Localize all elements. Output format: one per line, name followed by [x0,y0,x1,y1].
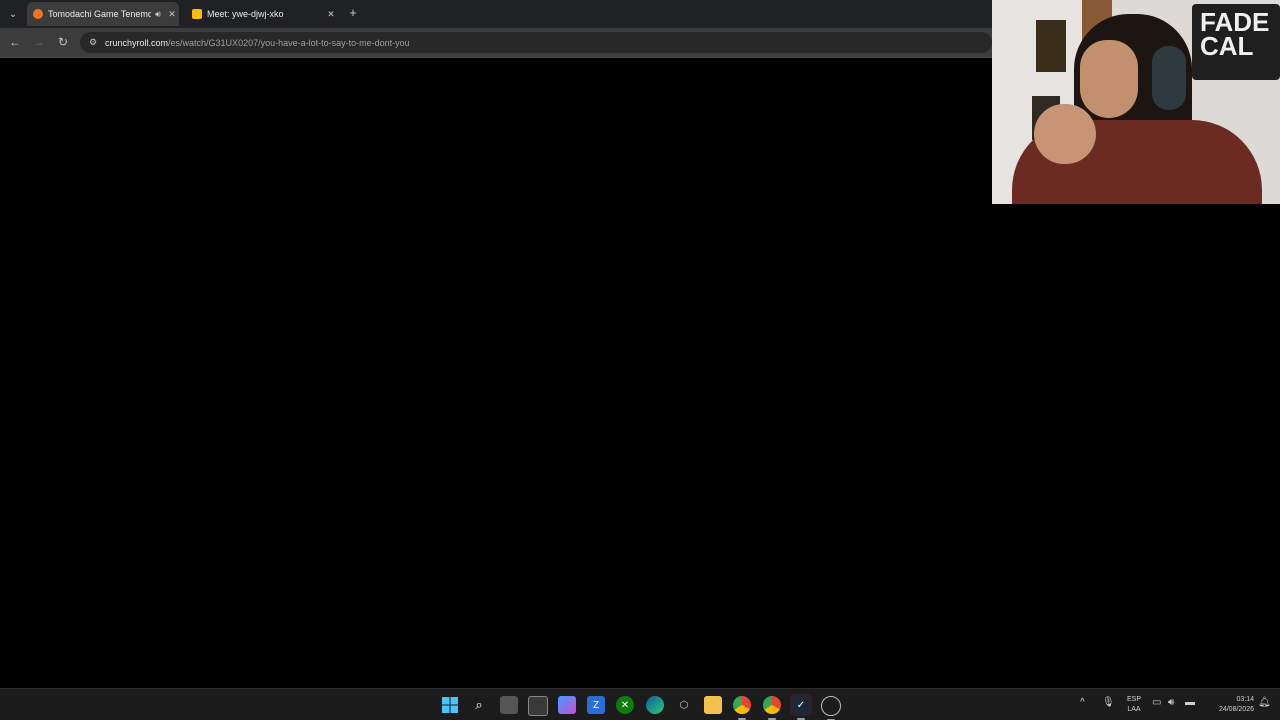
steam-icon[interactable]: ✓ [790,694,812,720]
battery-icon[interactable]: ▬ [1185,697,1195,708]
meet-favicon-icon [192,9,202,19]
tab-meet[interactable]: Meet: ywe-djwj-xko ✕ [186,2,338,26]
new-tab-plus-icon[interactable]: + [345,5,361,21]
tab-crunchyroll[interactable]: Tomodachi Game Tenemos 🔊︎ ✕ [27,2,179,26]
network-icon[interactable]: ▭ [1152,697,1161,708]
clock[interactable]: 03:14 24/08/2026 [1206,695,1254,715]
person-hand [1034,104,1096,164]
tab-title: Meet: ywe-djwj-xko [207,9,284,19]
game-controller-icon[interactable] [821,696,841,720]
copilot-icon[interactable] [558,696,576,714]
tab-audio-icon[interactable]: 🔊︎ [151,9,165,20]
forward-arrow-icon[interactable]: → [31,34,47,50]
person-face [1080,40,1138,118]
show-hidden-icons-icon[interactable]: ^ [1080,697,1085,708]
tab-close-icon[interactable]: ✕ [165,9,179,20]
poster-text: FADE CAL [1200,7,1270,61]
address-bar[interactable]: ⚙︎ crunchyroll.com/es/watch/G31UX0207/yo… [80,32,992,53]
url-host: crunchyroll.com [105,37,169,48]
search-icon[interactable]: ⌕ [470,696,488,714]
settings-icon[interactable]: ⬡ [675,696,693,714]
notification-bell-icon[interactable]: 🔔︎ [1258,697,1271,708]
tab-search-chevron-icon[interactable]: ⌄ [4,6,22,22]
store-icon[interactable] [528,696,548,716]
chrome-profile-icon[interactable] [763,696,781,720]
language-line1: ESP [1126,696,1141,703]
crunchyroll-favicon-icon [33,9,43,19]
poster [1036,20,1066,72]
clock-time: 03:14 [1236,696,1254,703]
site-info-icon[interactable]: ⚙︎ [87,37,99,48]
chrome-icon[interactable] [733,696,751,720]
language-indicator[interactable]: ESP LAA [1124,695,1144,715]
webcam-overlay: FADE CAL [992,0,1280,204]
tab-title: Tomodachi Game Tenemos [48,9,151,19]
edge-icon[interactable] [646,696,664,714]
microphone-icon[interactable]: 🎙︎ [1102,697,1115,708]
tab-close-icon[interactable]: ✕ [324,9,338,20]
volume-icon[interactable]: 🔊︎ [1168,697,1174,708]
clock-date: 24/08/2026 [1218,706,1254,713]
task-view-icon[interactable] [500,696,518,714]
xbox-icon[interactable]: ✕ [616,696,634,714]
app-icon[interactable]: Z [587,696,605,714]
language-line2: LAA [1127,706,1141,713]
file-explorer-icon[interactable] [704,696,722,714]
reload-icon[interactable]: ↻ [55,34,71,50]
poster-fade-cal: FADE CAL [1192,4,1280,80]
url-path: /es/watch/G31UX0207/you-have-a-lot-to-sa… [168,37,410,48]
windows-start-icon[interactable] [441,696,459,714]
back-arrow-icon[interactable]: ← [7,34,23,50]
windows-taskbar: ⌕ Z ✕ ⬡ ✓ ^ 🎙︎ ESP LAA ▭ 🔊︎ ▬ 03:14 24/0… [0,688,1280,720]
headphone-icon [1152,46,1186,110]
